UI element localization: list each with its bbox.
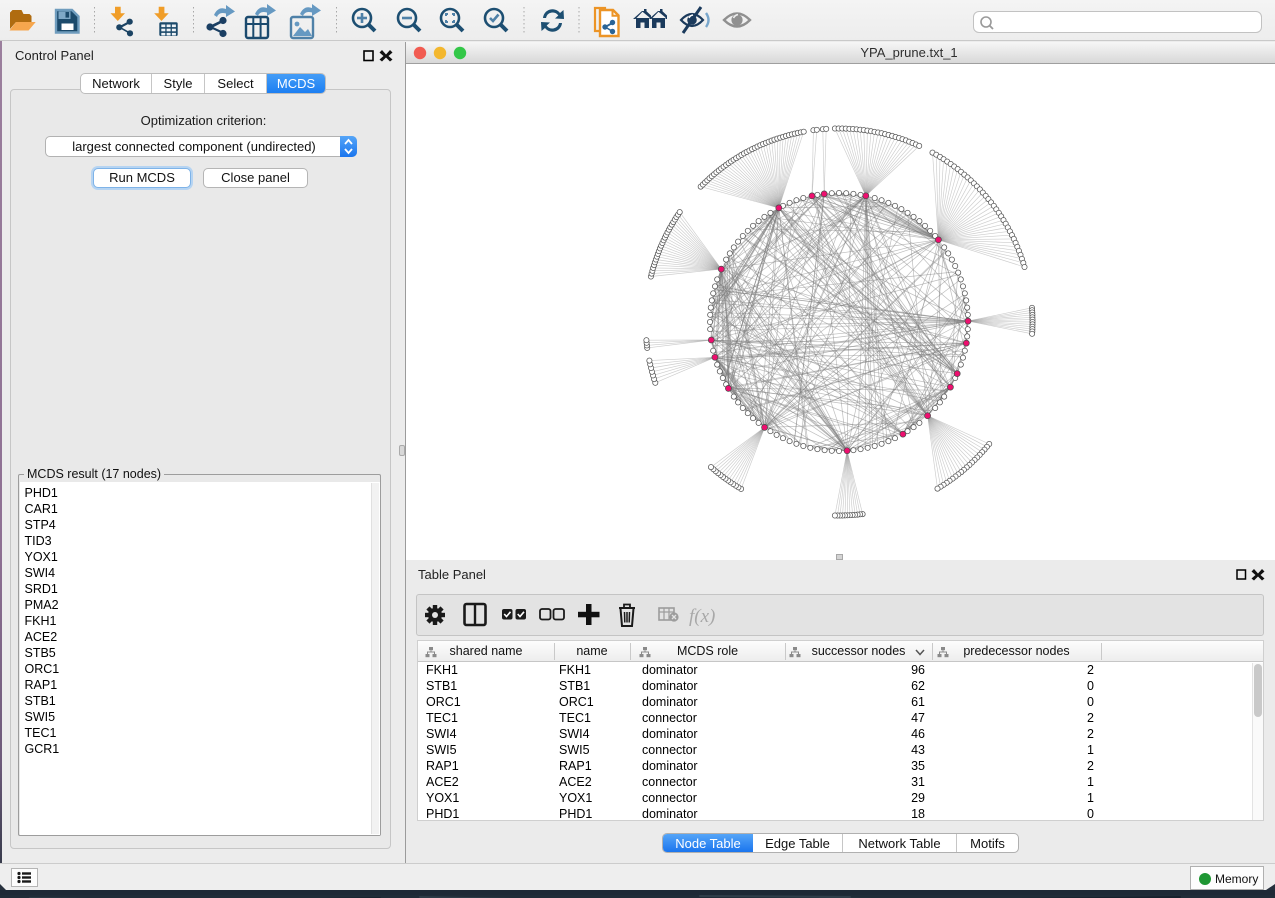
svg-text:f(x): f(x) bbox=[689, 606, 715, 627]
